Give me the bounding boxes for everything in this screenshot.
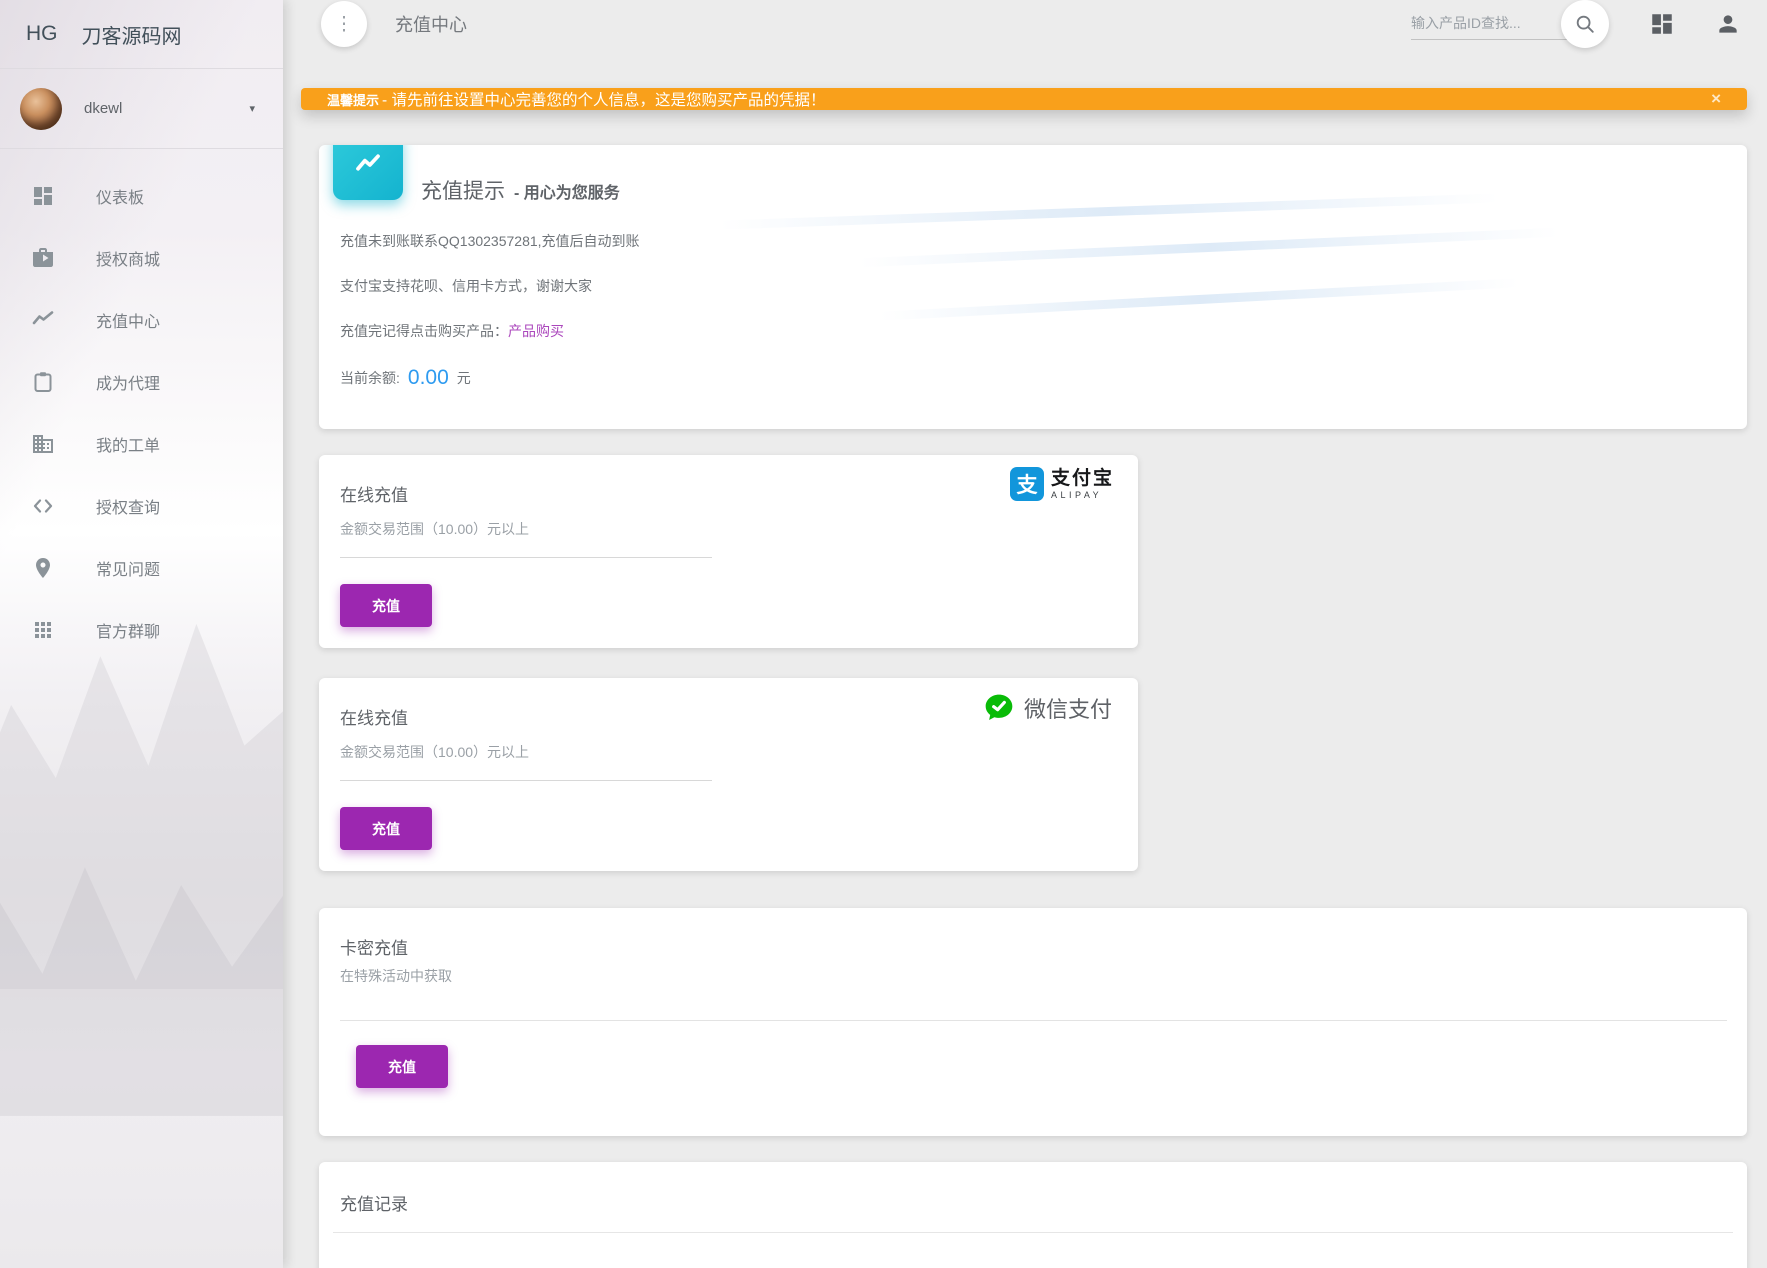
alipay-cn-text: 支付宝 (1051, 469, 1114, 488)
search-button[interactable] (1561, 0, 1609, 48)
sidebar-item-my-tickets[interactable]: 我的工单 (0, 413, 283, 475)
page-title: 充值中心 (395, 11, 467, 37)
building-icon (31, 432, 55, 456)
balance-value: 0.00 (408, 366, 449, 390)
alipay-wordmark: 支付宝 ALIPAY (1051, 469, 1114, 500)
sidebar-item-auth-query[interactable]: 授权查询 (0, 475, 283, 537)
sidebar-item-dashboard[interactable]: 仪表板 (0, 165, 283, 227)
tip-card-title: 充值提示 (421, 175, 505, 205)
avatar[interactable] (20, 88, 62, 130)
tip-line-alipay-support: 支付宝支持花呗、信用卡方式，谢谢大家 (340, 276, 1747, 296)
dashboard-grid-icon[interactable] (1649, 11, 1675, 37)
location-pin-icon (31, 556, 55, 580)
tip-line-qq: 充值未到账联系QQ1302357281,充值后自动到账 (340, 231, 1747, 251)
close-icon[interactable]: × (1711, 89, 1721, 109)
trending-line-icon (31, 308, 55, 332)
kebab-icon: ⋮ (335, 15, 354, 34)
search-icon (1574, 13, 1596, 35)
content: 充值提示 - 用心为您服务 充值未到账联系QQ1302357281,充值后自动到… (283, 110, 1767, 1268)
tip-card-subtitle: - 用心为您服务 (514, 179, 620, 203)
card-subtitle: 在特殊活动中获取 (319, 959, 1747, 986)
alipay-recharge-card: 在线充值 支 支付宝 ALIPAY 充值 (319, 455, 1138, 648)
sidebar-item-become-agent[interactable]: 成为代理 (0, 351, 283, 413)
card-title: 卡密充值 (319, 908, 1747, 959)
recharge-records-card: 充值记录 (319, 1162, 1747, 1268)
wechat-bubble-icon (983, 692, 1015, 724)
sidebar-item-official-chat[interactable]: 官方群聊 (0, 599, 283, 661)
tip-card-body: 充值未到账联系QQ1302357281,充值后自动到账 支付宝支持花呗、信用卡方… (319, 205, 1747, 390)
username: dkewl (84, 100, 249, 117)
amount-input[interactable] (340, 744, 712, 781)
buy-prefix: 充值完记得点击购买产品： (340, 323, 508, 339)
amount-input[interactable] (340, 521, 712, 558)
recharge-button[interactable]: 充值 (340, 807, 432, 850)
sidebar-item-label: 授权商城 (96, 246, 160, 270)
buy-product-link[interactable]: 产品购买 (508, 323, 564, 339)
clipboard-icon (31, 370, 55, 394)
alipay-logo: 支 支付宝 ALIPAY (1010, 467, 1114, 501)
wechat-pay-text: 微信支付 (1024, 692, 1112, 724)
divider (340, 1020, 1727, 1021)
sidebar-item-label: 充值中心 (96, 308, 160, 332)
shop-icon (31, 246, 55, 270)
user-menu[interactable]: dkewl ▾ (0, 69, 283, 149)
divider (333, 1232, 1733, 1233)
app-logo: HG (26, 22, 58, 46)
alipay-en-text: ALIPAY (1051, 491, 1114, 500)
sidebar-item-label: 我的工单 (96, 432, 160, 456)
sidebar-item-label: 成为代理 (96, 370, 160, 394)
recharge-button[interactable]: 充值 (356, 1045, 448, 1088)
sidebar-item-label: 授权查询 (96, 494, 160, 518)
balance-row: 当前余额: 0.00 元 (340, 366, 1747, 390)
sidebar-item-recharge-center[interactable]: 充值中心 (0, 289, 283, 351)
user-icon[interactable] (1715, 11, 1741, 37)
apps-grid-icon (31, 618, 55, 642)
sidebar-item-auth-shop[interactable]: 授权商城 (0, 227, 283, 289)
banner-bold-text: 温馨提示 (327, 90, 379, 109)
app-root: HG 刀客源码网 dkewl ▾ 仪表板 授 (0, 0, 1767, 1268)
wechat-recharge-card: 在线充值 微信支付 充值 (319, 678, 1138, 871)
chevron-down-icon[interactable]: ▾ (249, 102, 255, 115)
tip-line-buy: 充值完记得点击购买产品：产品购买 (340, 321, 1747, 341)
tip-card-header: 充值提示 - 用心为您服务 (319, 145, 1747, 205)
alipay-glyph: 支 (1016, 469, 1037, 499)
sidebar-header: HG 刀客源码网 (0, 0, 283, 69)
code-icon (31, 494, 55, 518)
sidebar-nav: 仪表板 授权商城 充值中心 (0, 149, 283, 661)
card-key-recharge-card: 卡密充值 在特殊活动中获取 充值 (319, 908, 1747, 1136)
card-title: 充值记录 (319, 1162, 1747, 1215)
recharge-button[interactable]: 充值 (340, 584, 432, 627)
notice-banner: 温馨提示 - 请先前往设置中心完善您的个人信息，这是您购买产品的凭据！ × (301, 88, 1747, 110)
app-brand: 刀客源码网 (82, 20, 182, 49)
main-area: ⋮ 充值中心 温馨提示 - 请先前往设置中心完善您的个人信息，这是您购买产品的凭… (283, 0, 1767, 1268)
topbar: ⋮ 充值中心 (283, 0, 1767, 48)
alipay-icon: 支 (1010, 467, 1044, 501)
wechat-pay-logo: 微信支付 (983, 692, 1112, 724)
balance-label: 当前余额: (340, 368, 400, 388)
sidebar-item-label: 常见问题 (96, 556, 160, 580)
sidebar-item-label: 仪表板 (96, 184, 144, 208)
banner-message: - 请先前往设置中心完善您的个人信息，这是您购买产品的凭据！ (382, 88, 825, 110)
balance-unit: 元 (457, 368, 471, 388)
dashboard-icon (31, 184, 55, 208)
sidebar-item-faq[interactable]: 常见问题 (0, 537, 283, 599)
sidebar-item-label: 官方群聊 (96, 618, 160, 642)
menu-kebab-button[interactable]: ⋮ (321, 1, 367, 47)
sidebar: HG 刀客源码网 dkewl ▾ 仪表板 授 (0, 0, 283, 1268)
recharge-tip-card: 充值提示 - 用心为您服务 充值未到账联系QQ1302357281,充值后自动到… (319, 145, 1747, 429)
